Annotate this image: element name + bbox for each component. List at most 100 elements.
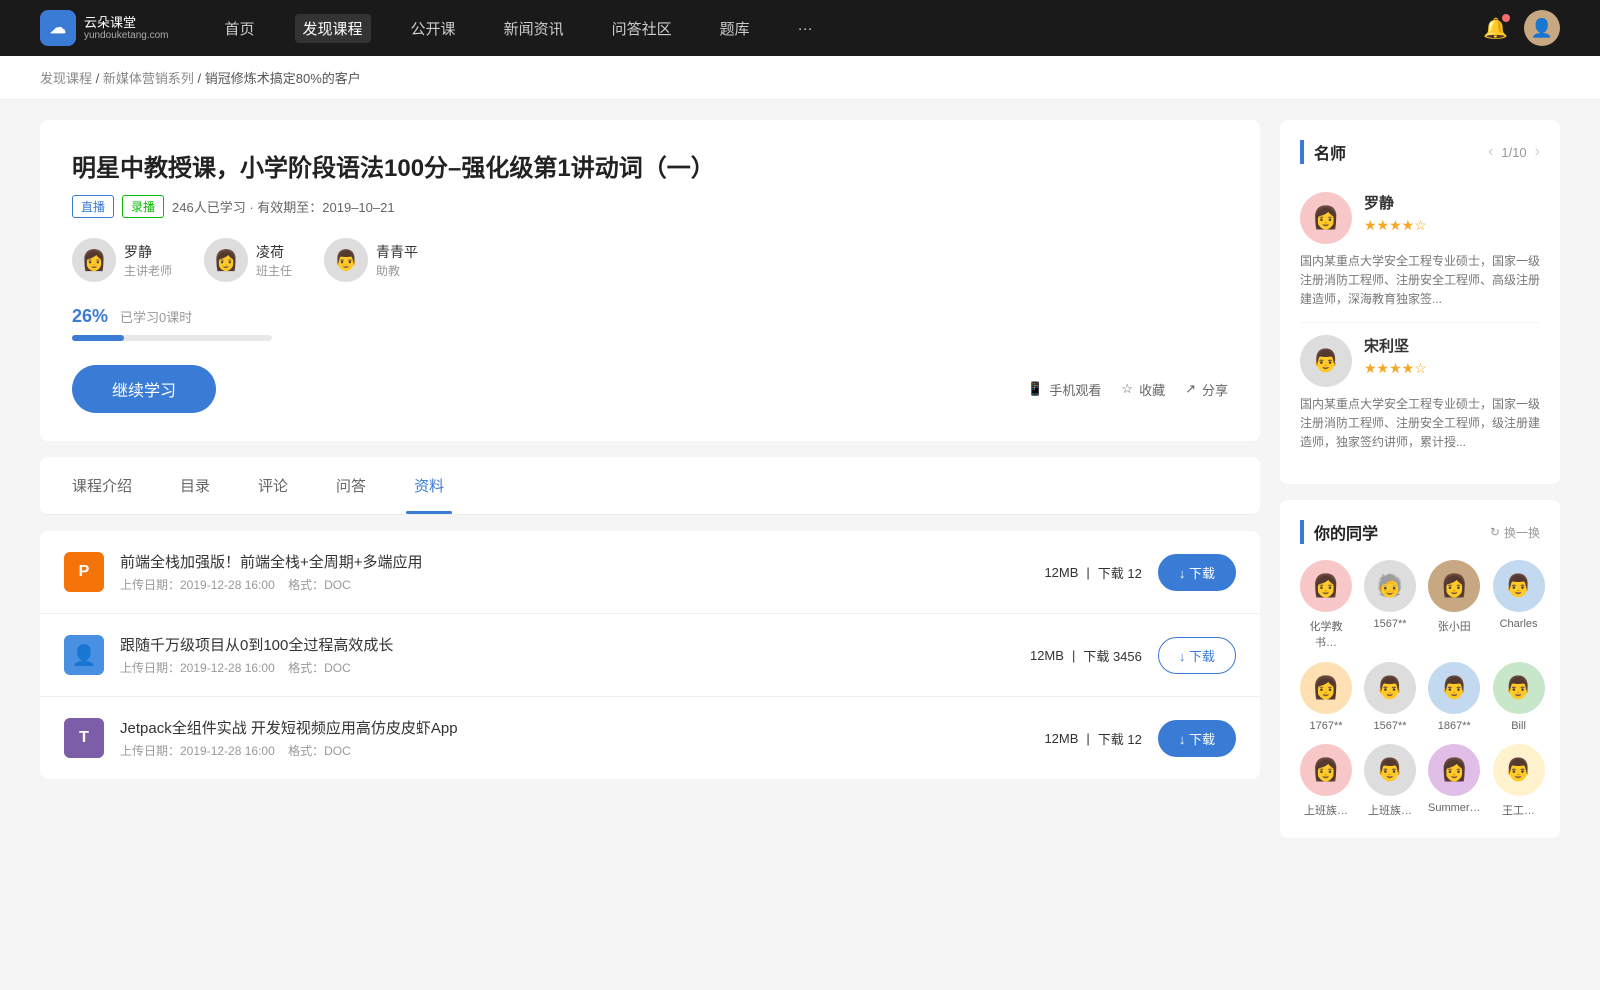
nav-item-home[interactable]: 首页 (217, 14, 263, 43)
teacher-1-name: 罗静 (124, 242, 172, 262)
classmate-12-name: 王工… (1502, 802, 1535, 818)
classmate-6[interactable]: 👨 1567** (1364, 662, 1416, 732)
prev-page-button[interactable]: ‹ (1488, 143, 1493, 161)
classmate-1-name: 化学教书… (1300, 618, 1352, 650)
next-page-button[interactable]: › (1535, 143, 1540, 161)
classmate-3-avatar: 👩 (1428, 560, 1480, 612)
classmate-5[interactable]: 👩 1767** (1300, 662, 1352, 732)
material-info-1: 前端全栈加强版！前端全栈+全周期+多端应用 上传日期：2019-12-28 16… (120, 551, 1028, 593)
nav-item-quiz[interactable]: 题库 (712, 14, 758, 43)
classmates-card-title: 你的同学 (1300, 520, 1378, 544)
classmate-5-name: 1767** (1309, 720, 1342, 732)
sidebar-teacher-1: 👩 罗静 ★★★★☆ 国内某重点大学安全工程专业硕士，国家一级注册消防工程师、注… (1300, 180, 1540, 323)
material-stats-3: 12MB | 下载 12 (1044, 729, 1141, 748)
course-actions: 继续学习 📱 手机观看 ☆ 收藏 ↗ 分享 (72, 365, 1228, 413)
main-content: 明星中教授课，小学阶段语法100分–强化级第1讲动词（一） 直播 录播 246人… (40, 120, 1260, 854)
continue-learning-button[interactable]: 继续学习 (72, 365, 216, 413)
sidebar-teacher-2-desc: 国内某重点大学安全工程专业硕士，国家一级注册消防工程师、注册安全工程师，级注册建… (1300, 395, 1540, 453)
progress-section: 26% 已学习0课时 (72, 306, 1228, 341)
material-info-3: Jetpack全组件实战 开发短视频应用高仿皮皮虾App 上传日期：2019-1… (120, 717, 1028, 759)
nav-item-discover[interactable]: 发现课程 (295, 14, 371, 43)
classmate-12[interactable]: 👨 王工… (1493, 744, 1545, 818)
classmate-3-name: 张小田 (1438, 618, 1471, 634)
sidebar: 名师 ‹ 1/10 › 👩 罗静 ★★★★☆ 国 (1280, 120, 1560, 854)
classmate-4-name: Charles (1500, 618, 1538, 630)
course-badges: 直播 录播 246人已学习 · 有效期至：2019–10–21 (72, 195, 1228, 218)
logo[interactable]: ☁ 云朵课堂 yundouketang.com (40, 10, 169, 46)
progress-percent: 26% (72, 306, 108, 327)
tabs-bar: 课程介绍 目录 评论 问答 资料 (40, 457, 1260, 515)
notification-bell[interactable]: 🔔 (1483, 16, 1508, 41)
tab-comments[interactable]: 评论 (250, 457, 296, 514)
download-button-3[interactable]: ↓ 下载 (1158, 720, 1236, 757)
classmate-9-name: 上班族… (1304, 802, 1348, 818)
breadcrumb-discover[interactable]: 发现课程 (40, 71, 92, 86)
classmates-grid: 👩 化学教书… 🧓 1567** 👩 张小田 👨 Charles 👩 (1300, 560, 1540, 818)
star-icon: ☆ (1121, 381, 1133, 397)
share-button[interactable]: ↗ 分享 (1185, 380, 1228, 399)
download-button-2[interactable]: ↓ 下载 (1158, 637, 1236, 674)
nav-item-qa[interactable]: 问答社区 (604, 14, 680, 43)
teachers-card-header: 名师 ‹ 1/10 › (1300, 140, 1540, 164)
classmate-9-avatar: 👩 (1300, 744, 1352, 796)
teacher-3-role: 助教 (376, 262, 418, 279)
classmate-8-name: Bill (1511, 720, 1526, 732)
sidebar-teacher-2-stars: ★★★★☆ (1364, 360, 1427, 377)
classmate-2-avatar: 🧓 (1364, 560, 1416, 612)
refresh-button[interactable]: ↻ 换一换 (1490, 524, 1540, 541)
logo-text: 云朵课堂 yundouketang.com (84, 15, 169, 42)
watch-mobile-button[interactable]: 📱 手机观看 (1027, 380, 1101, 399)
classmate-10[interactable]: 👨 上班族… (1364, 744, 1416, 818)
sidebar-teacher-2-avatar: 👨 (1300, 335, 1352, 387)
material-meta-2: 上传日期：2019-12-28 16:00 格式：DOC (120, 659, 1014, 676)
main-layout: 明星中教授课，小学阶段语法100分–强化级第1讲动词（一） 直播 录播 246人… (0, 100, 1600, 874)
classmate-3[interactable]: 👩 张小田 (1428, 560, 1481, 650)
sidebar-teacher-2-name: 宋利坚 (1364, 335, 1427, 356)
material-meta-3: 上传日期：2019-12-28 16:00 格式：DOC (120, 742, 1028, 759)
refresh-icon: ↻ (1490, 525, 1500, 539)
teachers-card-title: 名师 (1300, 140, 1346, 164)
progress-bar-fill (72, 335, 124, 341)
material-icon-2: 👤 (64, 635, 104, 675)
material-item-1: P 前端全栈加强版！前端全栈+全周期+多端应用 上传日期：2019-12-28 … (40, 531, 1260, 614)
classmate-7[interactable]: 👨 1867** (1428, 662, 1481, 732)
classmate-11-name: Summer… (1428, 802, 1481, 814)
download-button-1[interactable]: ↓ 下载 (1158, 554, 1236, 591)
page-info: 1/10 (1501, 145, 1526, 160)
collect-button[interactable]: ☆ 收藏 (1121, 380, 1165, 399)
nav-item-more[interactable]: ··· (790, 16, 821, 41)
tab-contents[interactable]: 目录 (172, 457, 218, 514)
user-avatar[interactable]: 👤 (1524, 10, 1560, 46)
classmate-11-avatar: 👩 (1428, 744, 1480, 796)
classmate-8[interactable]: 👨 Bill (1493, 662, 1545, 732)
teacher-1: 👩 罗静 主讲老师 (72, 238, 172, 282)
classmate-9[interactable]: 👩 上班族… (1300, 744, 1352, 818)
material-stats-2: 12MB | 下载 3456 (1030, 646, 1142, 665)
teacher-3: 👨 青青平 助教 (324, 238, 418, 282)
classmate-2[interactable]: 🧓 1567** (1364, 560, 1416, 650)
classmate-11[interactable]: 👩 Summer… (1428, 744, 1481, 818)
tab-qa[interactable]: 问答 (328, 457, 374, 514)
tab-intro[interactable]: 课程介绍 (64, 457, 140, 514)
teachers-row: 👩 罗静 主讲老师 👩 凌荷 班主任 👨 青青平 (72, 238, 1228, 282)
classmate-7-name: 1867** (1438, 720, 1471, 732)
breadcrumb-series[interactable]: 新媒体营销系列 (103, 71, 194, 86)
classmates-card-header: 你的同学 ↻ 换一换 (1300, 520, 1540, 544)
classmate-1[interactable]: 👩 化学教书… (1300, 560, 1352, 650)
notification-dot (1502, 14, 1510, 22)
tab-materials[interactable]: 资料 (406, 457, 452, 514)
breadcrumb-current: 销冠修炼术搞定80%的客户 (205, 71, 361, 86)
navbar: ☁ 云朵课堂 yundouketang.com 首页 发现课程 公开课 新闻资讯… (0, 0, 1600, 56)
sidebar-teacher-1-name: 罗静 (1364, 192, 1427, 213)
nav-item-open[interactable]: 公开课 (403, 14, 464, 43)
classmate-4[interactable]: 👨 Charles (1493, 560, 1545, 650)
progress-sub: 已学习0课时 (120, 307, 192, 326)
classmate-10-name: 上班族… (1368, 802, 1412, 818)
classmate-8-avatar: 👨 (1493, 662, 1545, 714)
mobile-icon: 📱 (1027, 381, 1043, 397)
breadcrumb: 发现课程 / 新媒体营销系列 / 销冠修炼术搞定80%的客户 (0, 56, 1600, 100)
teacher-3-name: 青青平 (376, 242, 418, 262)
nav-item-news[interactable]: 新闻资讯 (496, 14, 572, 43)
teacher-2-avatar: 👩 (204, 238, 248, 282)
badge-record: 录播 (122, 195, 164, 218)
